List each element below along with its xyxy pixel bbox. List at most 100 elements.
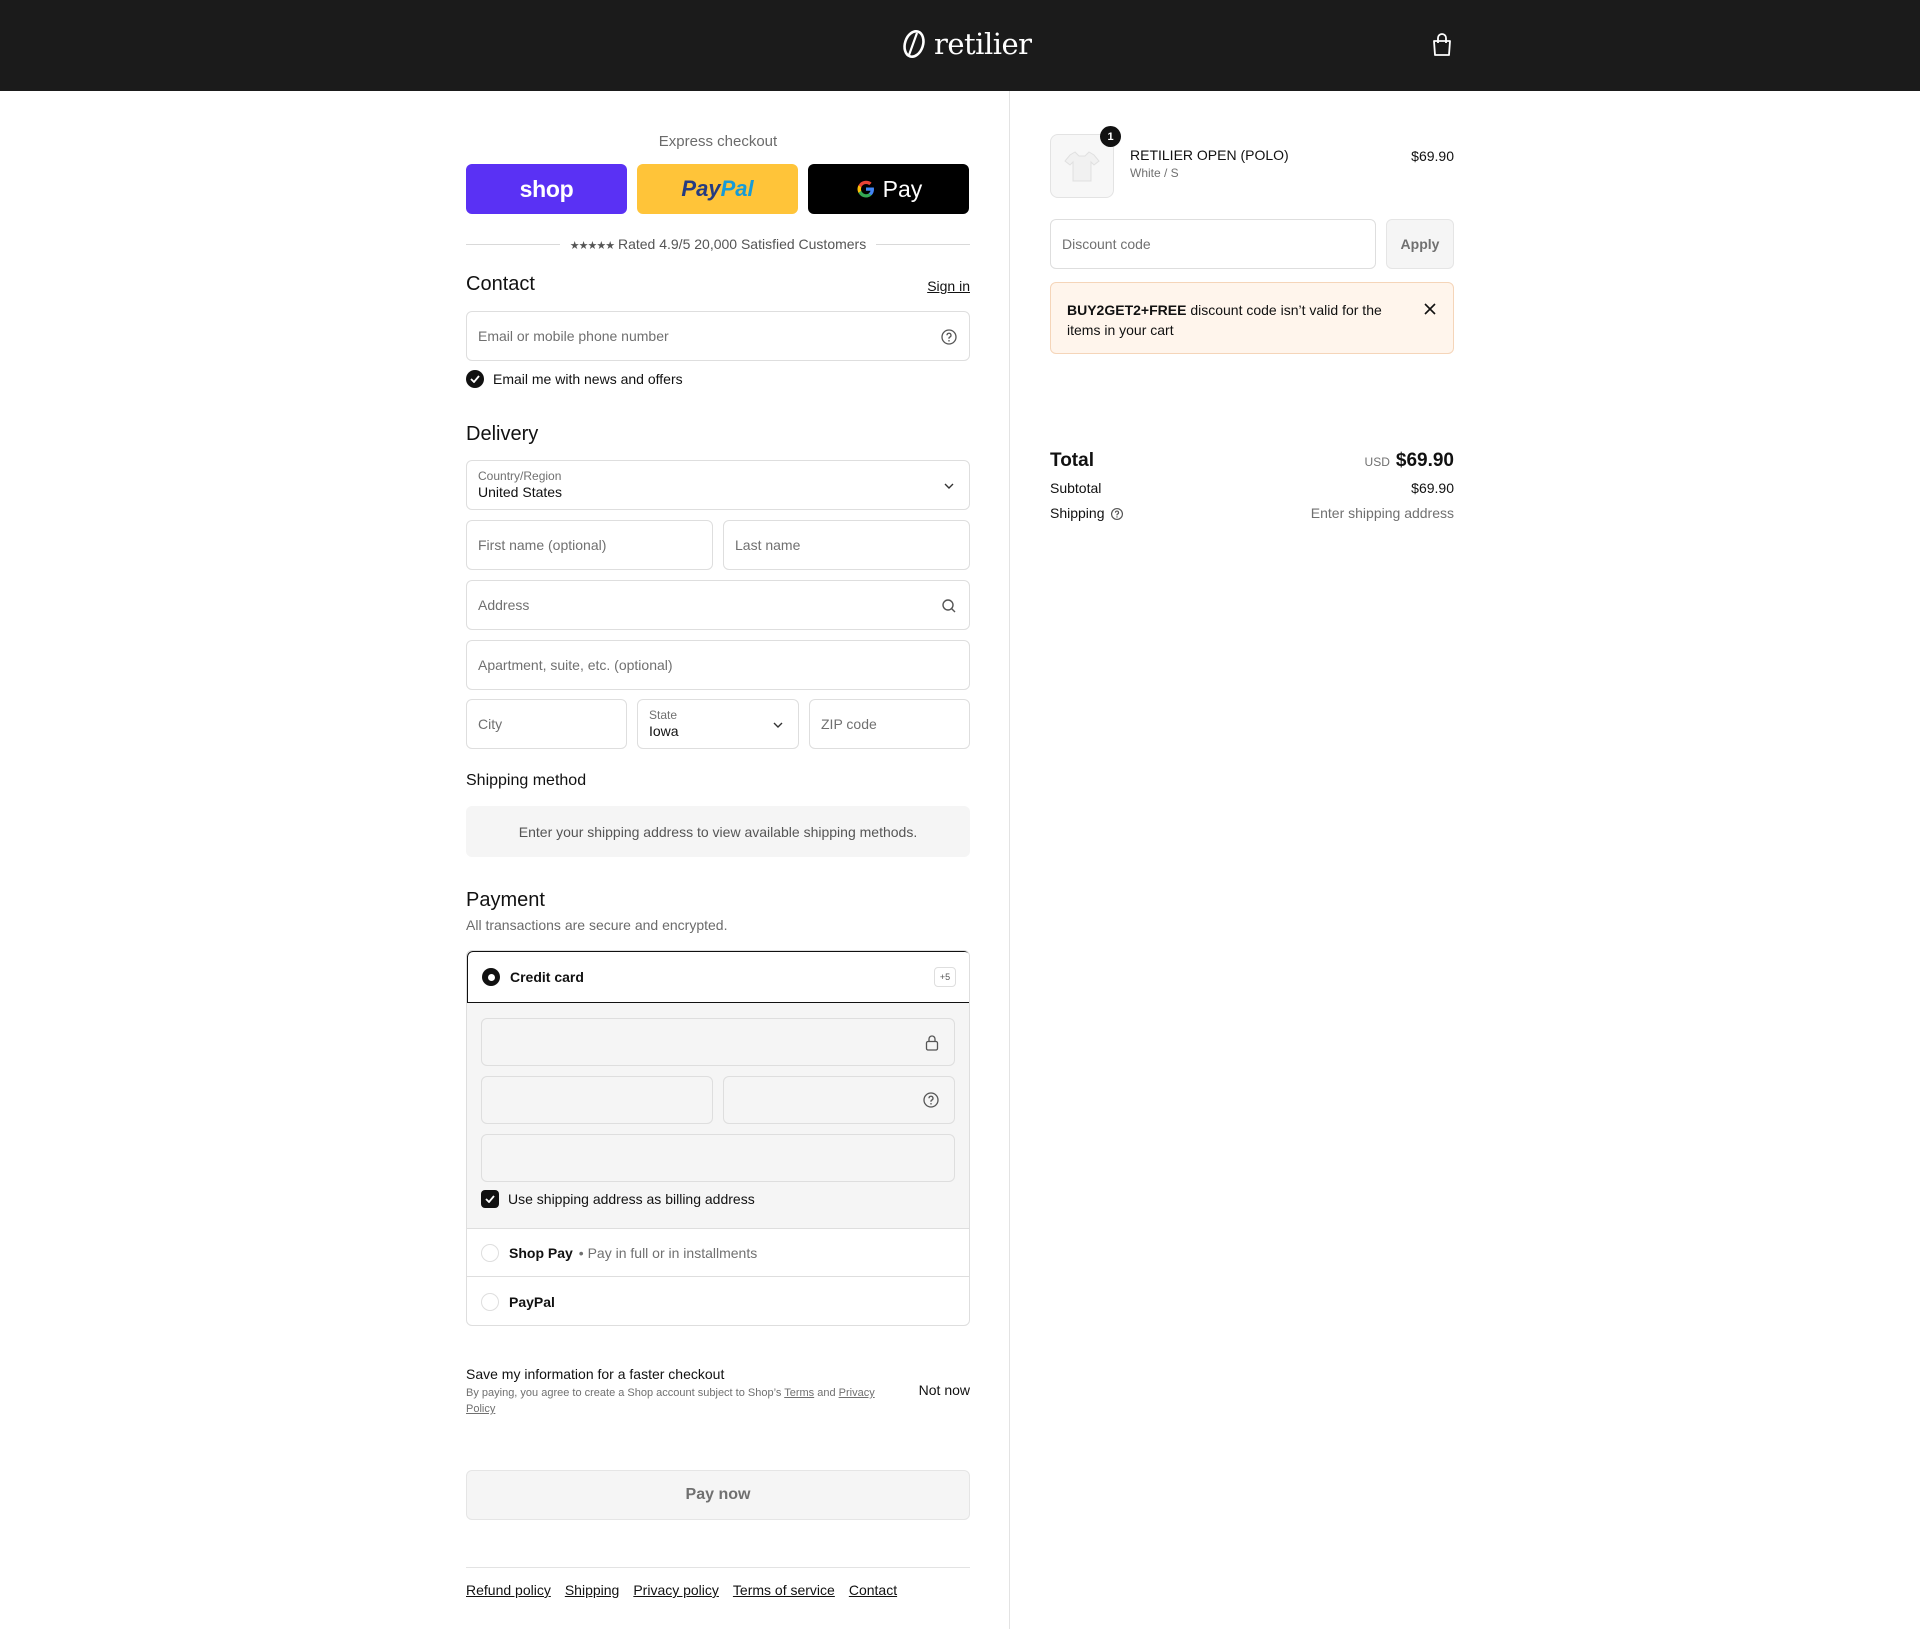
- shipping-label: Shipping: [1050, 505, 1105, 521]
- subtotal-value: $69.90: [1411, 480, 1454, 496]
- apply-discount-button[interactable]: Apply: [1386, 219, 1454, 269]
- rating-stars: ★★★★★: [569, 240, 615, 252]
- paypal-option[interactable]: PayPal: [467, 1278, 969, 1325]
- google-g-icon: [857, 180, 874, 198]
- more-cards-badge: +5: [934, 967, 956, 987]
- privacy-policy-footer-link[interactable]: Privacy policy: [633, 1582, 719, 1598]
- first-name-field[interactable]: First name (optional): [466, 520, 713, 570]
- total-amount: $69.90: [1395, 450, 1454, 471]
- last-name-field[interactable]: Last name: [723, 520, 970, 570]
- total-currency: USD: [1364, 455, 1390, 469]
- address-field[interactable]: Address: [466, 580, 970, 630]
- help-icon[interactable]: [1110, 507, 1124, 521]
- footer-links: Refund policy Shipping Privacy policy Te…: [466, 1582, 897, 1598]
- shipping-link[interactable]: Shipping: [565, 1582, 620, 1598]
- column-divider: [1009, 91, 1010, 1629]
- pay-now-button[interactable]: Pay now: [466, 1470, 970, 1520]
- paypal-radio[interactable]: [481, 1293, 499, 1311]
- terms-link[interactable]: Terms: [784, 1387, 814, 1399]
- shipping-method-heading: Shipping method: [466, 772, 587, 789]
- country-value: United States: [478, 484, 563, 500]
- discount-code-field[interactable]: Discount code: [1050, 219, 1376, 269]
- sign-in-link[interactable]: Sign in: [927, 278, 970, 294]
- payment-subtitle: All transactions are secure and encrypte…: [466, 917, 728, 933]
- shop-pay-subtitle: • Pay in full or in installments: [578, 1244, 758, 1261]
- credit-card-label: Credit card: [510, 969, 584, 985]
- news-offers-label: Email me with news and offers: [493, 371, 683, 387]
- last-name-placeholder: Last name: [735, 537, 801, 553]
- card-name-field[interactable]: [481, 1134, 955, 1182]
- legal-and: and: [817, 1387, 836, 1399]
- express-checkout-title: Express checkout: [658, 133, 778, 150]
- product-price: $69.90: [1411, 148, 1454, 164]
- total-value-group: USD $69.90: [1365, 450, 1454, 472]
- discount-error-alert: BUY2GET2+FREE discount code isn’t valid …: [1050, 282, 1454, 354]
- chevron-down-icon: [773, 722, 783, 728]
- news-offers-checkbox-row[interactable]: Email me with news and offers: [466, 370, 683, 388]
- contact-heading: Contact: [466, 273, 535, 295]
- discount-code-name: BUY2GET2+FREE: [1067, 302, 1187, 318]
- shopping-bag-icon[interactable]: [1430, 32, 1454, 58]
- email-placeholder: Email or mobile phone number: [478, 328, 669, 344]
- check-icon: [485, 1195, 495, 1203]
- subtotal-row: Subtotal $69.90: [1050, 480, 1454, 496]
- paypal-option-label: PayPal: [509, 1294, 555, 1310]
- city-field[interactable]: City: [466, 699, 627, 749]
- refund-policy-link[interactable]: Refund policy: [466, 1582, 551, 1598]
- subtotal-label: Subtotal: [1050, 480, 1102, 496]
- payment-methods: Credit card +5 Use shipping address as b…: [466, 950, 970, 1326]
- shop-pay-label: Shop Pay: [509, 1244, 573, 1261]
- close-icon[interactable]: [1423, 302, 1437, 316]
- apartment-field[interactable]: Apartment, suite, etc. (optional): [466, 640, 970, 690]
- billing-address-label: Use shipping address as billing address: [508, 1191, 755, 1207]
- rating-row: ★★★★★ Rated 4.9/5 20,000 Satisfied Custo…: [466, 235, 970, 253]
- shipping-row: Shipping Enter shipping address: [1050, 505, 1454, 521]
- check-icon: [470, 375, 480, 383]
- save-info-title: Save my information for a faster checkou…: [466, 1366, 725, 1382]
- shipping-value: Enter shipping address: [1310, 505, 1454, 521]
- credit-card-form: Use shipping address as billing address: [467, 1003, 969, 1229]
- card-expiry-field[interactable]: [481, 1076, 713, 1124]
- header-bar: retilier: [0, 0, 1920, 91]
- state-select[interactable]: State Iowa: [637, 699, 799, 749]
- card-number-field[interactable]: [481, 1018, 955, 1066]
- shop-pay-radio[interactable]: [481, 1243, 499, 1262]
- brand-logo[interactable]: retilier: [900, 24, 1032, 64]
- state-label: State: [649, 708, 678, 722]
- rating-divider-left: [466, 243, 560, 245]
- credit-card-option[interactable]: Credit card +5: [467, 951, 969, 1003]
- zip-field[interactable]: ZIP code: [809, 699, 970, 749]
- billing-address-checkbox[interactable]: [481, 1190, 499, 1208]
- country-label: Country/Region: [478, 469, 562, 483]
- legal-text: By paying, you agree to create a Shop ac…: [466, 1387, 782, 1399]
- apartment-placeholder: Apartment, suite, etc. (optional): [478, 657, 673, 673]
- terms-of-service-link[interactable]: Terms of service: [733, 1582, 835, 1598]
- paypal-express-button[interactable]: Pay Pal: [637, 164, 798, 214]
- paypal-label-pal: Pal: [720, 176, 754, 201]
- help-icon[interactable]: [940, 328, 958, 346]
- save-info-legal: By paying, you agree to create a Shop ac…: [466, 1385, 886, 1417]
- zip-placeholder: ZIP code: [821, 716, 877, 732]
- contact-link[interactable]: Contact: [849, 1582, 897, 1598]
- product-name: RETILIER OPEN (POLO): [1130, 147, 1289, 163]
- search-icon: [942, 599, 956, 613]
- help-icon[interactable]: [922, 1091, 940, 1109]
- logo-mark-icon: [903, 30, 925, 58]
- total-label: Total: [1050, 450, 1094, 471]
- billing-address-checkbox-row[interactable]: Use shipping address as billing address: [481, 1190, 755, 1208]
- google-pay-label: Pay: [882, 175, 923, 202]
- google-pay-express-button[interactable]: Pay: [808, 164, 969, 214]
- not-now-button[interactable]: Not now: [919, 1382, 970, 1398]
- credit-card-radio[interactable]: [482, 968, 500, 986]
- product-variant: White / S: [1130, 166, 1179, 180]
- chevron-down-icon: [944, 483, 954, 489]
- news-offers-checkbox[interactable]: [466, 370, 484, 388]
- first-name-placeholder: First name (optional): [478, 537, 607, 553]
- discount-error-text: BUY2GET2+FREE discount code isn’t valid …: [1067, 300, 1407, 340]
- email-field[interactable]: Email or mobile phone number: [466, 311, 970, 361]
- polo-shirt-image: [1064, 151, 1100, 182]
- card-security-code-field[interactable]: [723, 1076, 955, 1124]
- country-select[interactable]: Country/Region United States: [466, 460, 970, 510]
- shop-pay-option[interactable]: Shop Pay • Pay in full or in installment…: [467, 1229, 969, 1277]
- shop-pay-express-button[interactable]: shop: [466, 164, 627, 214]
